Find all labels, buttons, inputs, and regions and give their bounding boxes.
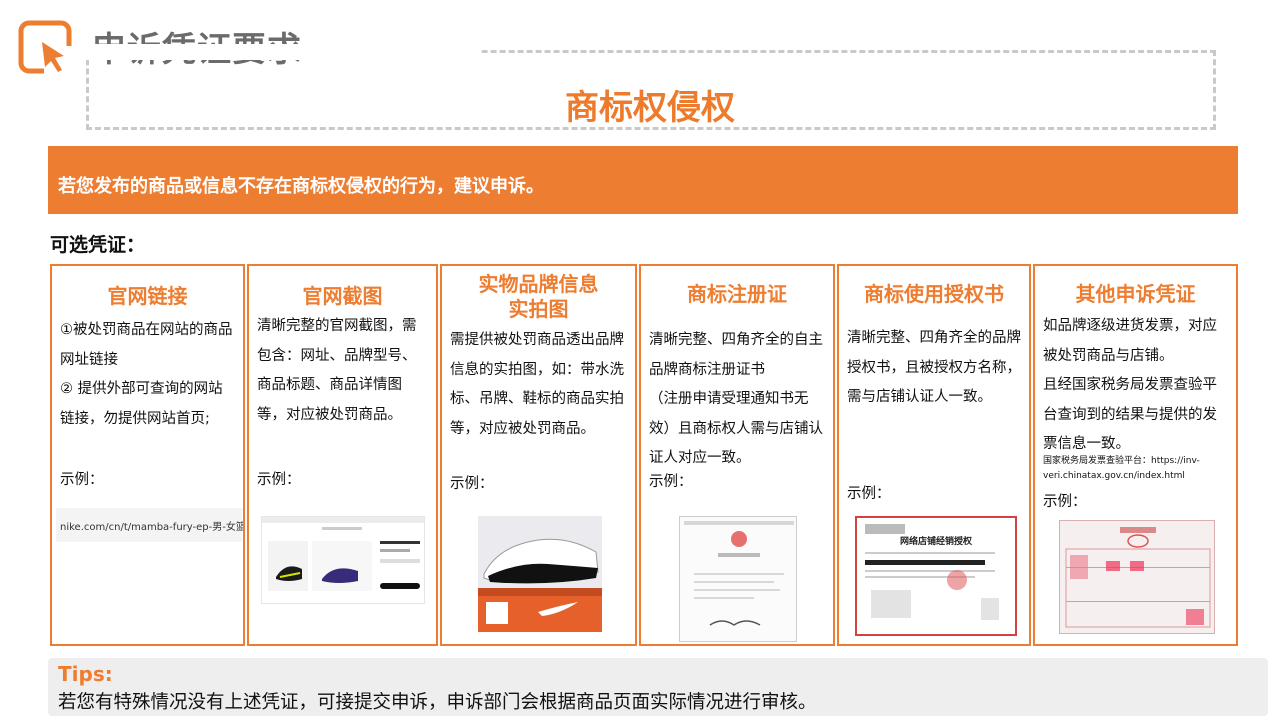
certificate-image <box>679 516 797 642</box>
info-banner: 若您发布的商品或信息不存在商标权侵权的行为，建议申诉。 <box>48 146 1238 214</box>
card-physical-brand-photo: 实物品牌信息 实拍图 需提供被处罚商品透出品牌信息的实拍图，如：带水洗标、吊牌、… <box>440 264 637 646</box>
banner-text: 若您发布的商品或信息不存在商标权侵权的行为，建议申诉。 <box>58 176 544 197</box>
section-subtitle: 商标权侵权 <box>565 88 735 128</box>
tips-label: Tips: <box>58 662 113 686</box>
card-body-line: 清晰完整的官网截图，需包含：网址、品牌型号、商品标题、商品详情图等，对应被处罚商… <box>257 318 417 423</box>
card-body: 清晰完整、四角齐全的自主品牌商标注册证书 （注册申请受理通知书无效）且商标权人需… <box>649 326 827 474</box>
example-label: 示例： <box>257 472 301 488</box>
frame-gap <box>80 44 480 60</box>
card-title: 官网截图 <box>302 284 383 308</box>
card-body: 如品牌逐级进货发票，对应被处罚商品与店铺。 且经国家税务局发票查验平台查询到的结… <box>1043 312 1230 460</box>
authorization-letter-image: 网络店铺经销授权 <box>855 516 1017 636</box>
tax-platform-note: 国家税务局发票查验平台：https://inv-veri.chinatax.go… <box>1043 456 1200 481</box>
card-trademark-authorization: 商标使用授权书 清晰完整、四角齐全的品牌授权书，且被授权方名称，需与店铺认证人一… <box>837 264 1031 646</box>
card-title: 官网链接 <box>107 284 188 308</box>
example-label: 示例： <box>1043 494 1087 510</box>
card-body-line: 如品牌逐级进货发票，对应被处罚商品与店铺。 <box>1043 318 1217 364</box>
card-body-line: 清晰完整、四角齐全的品牌授权书，且被授权方名称，需与店铺认证人一致。 <box>847 330 1021 405</box>
shoe-photo-image <box>478 516 602 632</box>
card-title-line2: 实拍图 <box>508 297 569 321</box>
card-official-screenshot: 官网截图 清晰完整的官网截图，需包含：网址、品牌型号、商品标题、商品详情图等，对… <box>247 264 438 646</box>
example-url: nike.com/cn/t/mamba-fury-ep-男-女篮球鞋- <box>60 522 245 533</box>
card-title: 商标使用授权书 <box>864 282 1004 306</box>
card-body-line: 清晰完整、四角齐全的自主品牌商标注册证书 <box>649 332 823 378</box>
card-title: 其他申诉凭证 <box>1075 282 1196 306</box>
cursor-logo-icon <box>18 20 72 74</box>
example-label: 示例： <box>649 474 693 490</box>
card-body-line: ② 提供外部可查询的网站链接，勿提供网站首页; <box>60 381 223 427</box>
card-body: 需提供被处罚商品透出品牌信息的实拍图，如：带水洗标、吊牌、鞋标的商品实拍等，对应… <box>450 326 629 444</box>
card-body: 清晰完整的官网截图，需包含：网址、品牌型号、商品标题、商品详情图等，对应被处罚商… <box>257 312 430 430</box>
card-body-line: ①被处罚商品在网站的商品网址链接 <box>60 322 233 368</box>
example-label: 示例： <box>847 486 891 502</box>
website-screenshot-image <box>261 516 425 604</box>
card-title: 商标注册证 <box>687 282 787 306</box>
optional-evidence-label: 可选凭证： <box>50 234 146 256</box>
example-label: 示例： <box>60 472 104 488</box>
card-body-line: 需提供被处罚商品透出品牌信息的实拍图，如：带水洗标、吊牌、鞋标的商品实拍等，对应… <box>450 332 624 437</box>
card-other-evidence: 其他申诉凭证 如品牌逐级进货发票，对应被处罚商品与店铺。 且经国家税务局发票查验… <box>1033 264 1238 646</box>
card-body-line: 且经国家税务局发票查验平台查询到的结果与提供的发票信息一致。 <box>1043 377 1217 452</box>
card-body-line: （注册申请受理通知书无效）且商标权人需与店铺认证人对应一致。 <box>649 391 823 466</box>
card-title: 实物品牌信息 <box>478 272 599 296</box>
invoice-image <box>1059 520 1215 634</box>
tips-box: Tips: 若您有特殊情况没有上述凭证，可接提交申诉，申诉部门会根据商品页面实际… <box>48 658 1268 716</box>
card-trademark-certificate: 商标注册证 清晰完整、四角齐全的自主品牌商标注册证书 （注册申请受理通知书无效）… <box>639 264 835 646</box>
card-body: 清晰完整、四角齐全的品牌授权书，且被授权方名称，需与店铺认证人一致。 <box>847 324 1023 413</box>
card-official-link: 官网链接 ①被处罚商品在网站的商品网址链接 ② 提供外部可查询的网站链接，勿提供… <box>50 264 245 646</box>
card-body: ①被处罚商品在网站的商品网址链接 ② 提供外部可查询的网站链接，勿提供网站首页; <box>60 316 237 434</box>
example-label: 示例： <box>450 476 494 492</box>
tips-text: 若您有特殊情况没有上述凭证，可接提交申诉，申诉部门会根据商品页面实际情况进行审核… <box>58 692 817 713</box>
